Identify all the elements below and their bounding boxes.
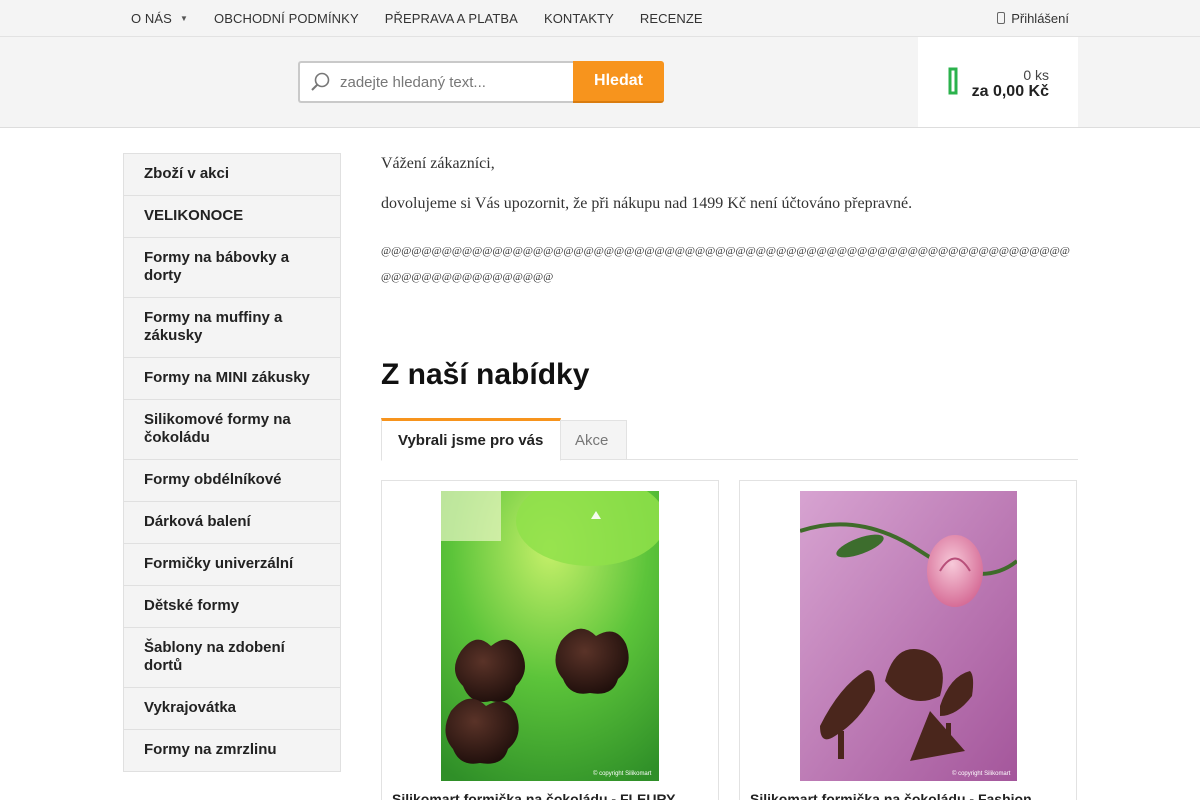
sidebar-item-formy-na-cokoladu[interactable]: Silikomové formy na čokoládu — [124, 400, 340, 460]
sidebar-item-zbozi-v-akci[interactable]: Zboží v akci — [124, 154, 340, 196]
notice-greeting: Vážení zákazníci, — [381, 155, 495, 172]
product-name[interactable]: Silikomart formička na čokoládu - Fashio… — [750, 791, 1068, 800]
sidebar-item-formicky-univerzalni[interactable]: Formičky univerzální — [124, 544, 340, 586]
product-card[interactable]: © copyright Silikomart Silikomart formič… — [739, 480, 1077, 800]
offer-tabs: Vybrali jsme pro vás Akce — [381, 418, 1078, 461]
search-button[interactable]: Hledat — [573, 61, 664, 103]
main-menu: O NÁS ▼ OBCHODNÍ PODMÍNKY PŘEPRAVA A PLA… — [131, 0, 729, 36]
nav-item-recenze[interactable]: RECENZE — [640, 11, 703, 26]
notice-text: dovolujeme si Vás upozornit, že při náku… — [381, 195, 913, 212]
notice-separator: @@@@@@@@@@@@@@@@@@@@@@@@@@@@@@@@@@@@@@@@… — [381, 245, 1070, 283]
nav-item-label: O NÁS — [131, 10, 172, 26]
sidebar-item-formy-na-muffiny[interactable]: Formy na muffiny a zákusky — [124, 298, 340, 358]
sidebar-item-sablony[interactable]: Šablony na zdobení dortů — [124, 628, 340, 688]
section-title: Z naší nabídky — [381, 358, 590, 391]
image-copyright: © copyright Silikomart — [952, 770, 1011, 777]
product-image[interactable]: © copyright Silikomart — [441, 491, 659, 781]
cart-icon — [948, 67, 958, 95]
search-icon — [311, 72, 330, 91]
nav-item-preprava-a-platba[interactable]: PŘEPRAVA A PLATBA — [385, 11, 518, 26]
login-link[interactable]: Přihlášení — [997, 0, 1069, 36]
top-navigation-bar: O NÁS ▼ OBCHODNÍ PODMÍNKY PŘEPRAVA A PLA… — [0, 0, 1200, 37]
image-copyright: © copyright Silikomart — [593, 770, 652, 777]
search-form: Hledat — [298, 61, 664, 103]
product-card[interactable]: © copyright Silikomart Silikomart formič… — [381, 480, 719, 800]
sidebar-item-formy-na-mini-zakusky[interactable]: Formy na MINI zákusky — [124, 358, 340, 400]
sidebar-item-velikonoce[interactable]: VELIKONOCE — [124, 196, 340, 238]
sidebar-item-detske-formy[interactable]: Dětské formy — [124, 586, 340, 628]
sidebar-item-darkova-baleni[interactable]: Dárková balení — [124, 502, 340, 544]
tab-akce[interactable]: Akce — [560, 420, 627, 460]
sidebar-item-formy-na-babovky[interactable]: Formy na bábovky a dorty — [124, 238, 340, 298]
cart-quantity: 0 ks — [1023, 67, 1049, 83]
category-sidebar: Zboží v akci VELIKONOCE Formy na bábovky… — [123, 153, 341, 772]
product-image[interactable]: © copyright Silikomart — [800, 491, 1017, 781]
nav-item-obchodni-podminky[interactable]: OBCHODNÍ PODMÍNKY — [214, 11, 359, 26]
login-label: Přihlášení — [1011, 10, 1069, 26]
sidebar-item-vykrajovatka[interactable]: Vykrajovátka — [124, 688, 340, 730]
chevron-down-icon: ▼ — [179, 13, 188, 23]
tab-vybrali-jsme-pro-vas[interactable]: Vybrali jsme pro vás — [381, 418, 561, 461]
sidebar-item-formy-na-zmrzlinu[interactable]: Formy na zmrzlinu — [124, 730, 340, 771]
search-box — [298, 61, 573, 103]
header: Hledat 0 ks za 0,00 Kč — [0, 37, 1200, 128]
nav-item-kontakty[interactable]: KONTAKTY — [544, 11, 614, 26]
sidebar-item-formy-obdelnikove[interactable]: Formy obdélníkové — [124, 460, 340, 502]
product-name[interactable]: Silikomart formička na čokoládu - FLEURY — [392, 791, 710, 800]
user-icon — [997, 12, 1006, 24]
nav-item-o-nas[interactable]: O NÁS ▼ — [131, 11, 188, 26]
cart-widget[interactable]: 0 ks za 0,00 Kč — [918, 37, 1078, 127]
search-input[interactable] — [340, 73, 560, 91]
cart-total: za 0,00 Kč — [971, 83, 1049, 100]
